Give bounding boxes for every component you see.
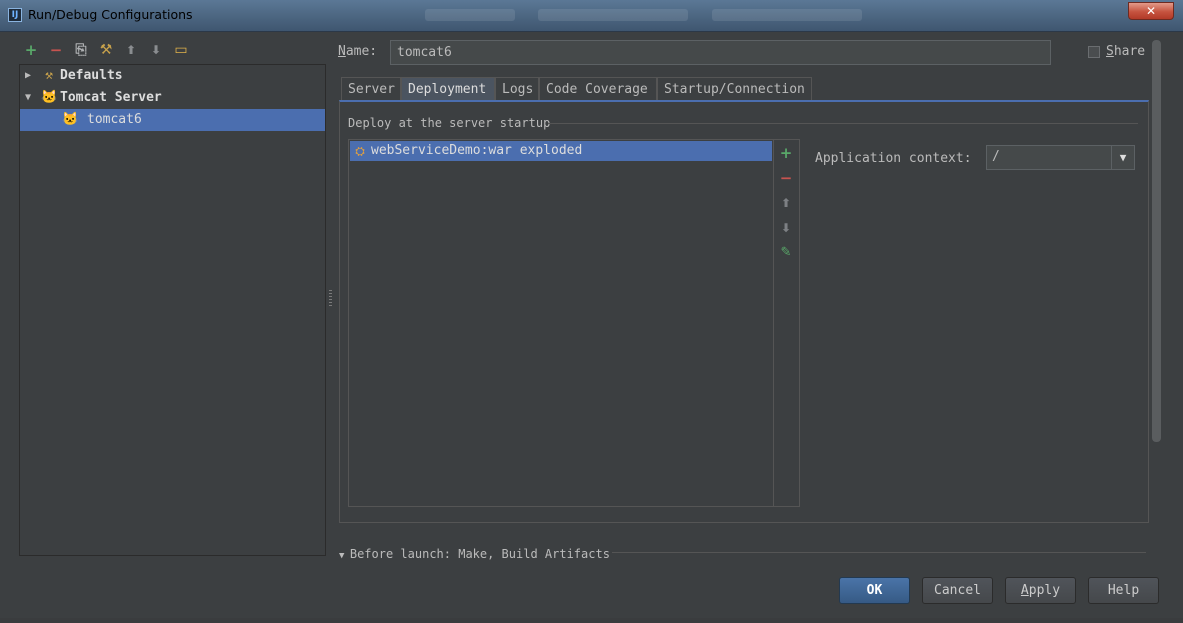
artifact-row[interactable]: ⛭ webServiceDemo:war exploded: [350, 141, 772, 161]
application-context-combo[interactable]: / ▼: [986, 145, 1135, 170]
tab-code-coverage[interactable]: Code Coverage: [539, 77, 657, 100]
move-down-icon[interactable]: ⬇: [776, 218, 796, 238]
background-blur: [538, 9, 688, 21]
folder-icon[interactable]: ▭: [171, 40, 191, 60]
before-launch-divider: [612, 552, 1146, 553]
tree-item-defaults[interactable]: ▶ ⚒ Defaults: [20, 65, 325, 87]
intellij-app-icon: IJ: [8, 8, 22, 22]
artifact-list[interactable]: ⛭ webServiceDemo:war exploded: [348, 139, 774, 507]
expand-arrow-icon[interactable]: ▶: [22, 65, 34, 87]
collapse-arrow-icon[interactable]: ▼: [22, 87, 34, 109]
tab-server[interactable]: Server: [341, 77, 401, 100]
before-launch-section[interactable]: ▼ Before launch: Make, Build Artifacts: [339, 547, 610, 561]
window-bottom-edge: [0, 618, 1183, 623]
add-icon[interactable]: +: [21, 40, 41, 60]
deploy-divider: [548, 123, 1138, 124]
window-title: Run/Debug Configurations: [28, 7, 193, 22]
defaults-wrench-icon: ⚒: [45, 68, 53, 83]
tree-item-tomcat6[interactable]: 🐱 tomcat6: [20, 109, 325, 131]
window-titlebar: IJ Run/Debug Configurations ✕: [0, 0, 1183, 32]
move-up-icon[interactable]: ⬆: [121, 40, 141, 60]
name-label: Name:: [338, 44, 378, 59]
application-context-label: Application context:: [815, 151, 972, 166]
move-up-icon[interactable]: ⬆: [776, 193, 796, 213]
tomcat-icon: 🐱: [41, 90, 58, 105]
vertical-scrollbar[interactable]: [1152, 40, 1161, 442]
move-down-icon[interactable]: ⬇: [146, 40, 166, 60]
name-field[interactable]: tomcat6: [390, 40, 1051, 65]
before-launch-label: Before launch: Make, Build Artifacts: [349, 547, 610, 561]
tree-label-tomcat6: tomcat6: [87, 112, 142, 127]
artifact-war-icon: ⛭: [355, 144, 365, 158]
artifact-list-toolbar: + − ⬆ ⬇ ✎: [773, 139, 800, 507]
remove-icon[interactable]: −: [46, 40, 66, 60]
edit-defaults-icon[interactable]: ⚒: [96, 40, 116, 60]
share-label[interactable]: Share: [1106, 44, 1145, 59]
artifact-label: webServiceDemo:war exploded: [371, 143, 583, 158]
application-context-value[interactable]: /: [992, 149, 1000, 164]
copy-icon[interactable]: ⎘: [71, 40, 91, 60]
tree-label-defaults: Defaults: [60, 68, 123, 83]
share-checkbox[interactable]: [1088, 46, 1100, 58]
tree-item-tomcat-server[interactable]: ▼ 🐱 Tomcat Server: [20, 87, 325, 109]
remove-artifact-icon[interactable]: −: [776, 168, 796, 188]
tree-label-tomcat-server: Tomcat Server: [60, 90, 162, 105]
chevron-down-icon[interactable]: ▼: [1111, 146, 1134, 169]
tab-deployment[interactable]: Deployment: [401, 77, 495, 100]
add-artifact-icon[interactable]: +: [776, 143, 796, 163]
tomcat-icon: 🐱: [62, 112, 79, 127]
edit-artifact-icon[interactable]: ✎: [776, 243, 796, 263]
configuration-tree[interactable]: ▶ ⚒ Defaults ▼ 🐱 Tomcat Server 🐱 tomcat6: [19, 64, 326, 556]
cancel-button[interactable]: Cancel: [922, 577, 993, 604]
apply-button[interactable]: Apply: [1005, 577, 1076, 604]
help-button[interactable]: Help: [1088, 577, 1159, 604]
collapse-arrow-icon[interactable]: ▼: [339, 551, 350, 561]
splitter-handle[interactable]: [329, 290, 332, 306]
background-blur: [712, 9, 862, 21]
window-close-button[interactable]: ✕: [1128, 2, 1174, 20]
ok-button[interactable]: OK: [839, 577, 910, 604]
deploy-header: Deploy at the server startup: [348, 116, 551, 130]
tab-startup-connection[interactable]: Startup/Connection: [657, 77, 812, 100]
background-blur: [425, 9, 515, 21]
tab-logs[interactable]: Logs: [495, 77, 539, 100]
